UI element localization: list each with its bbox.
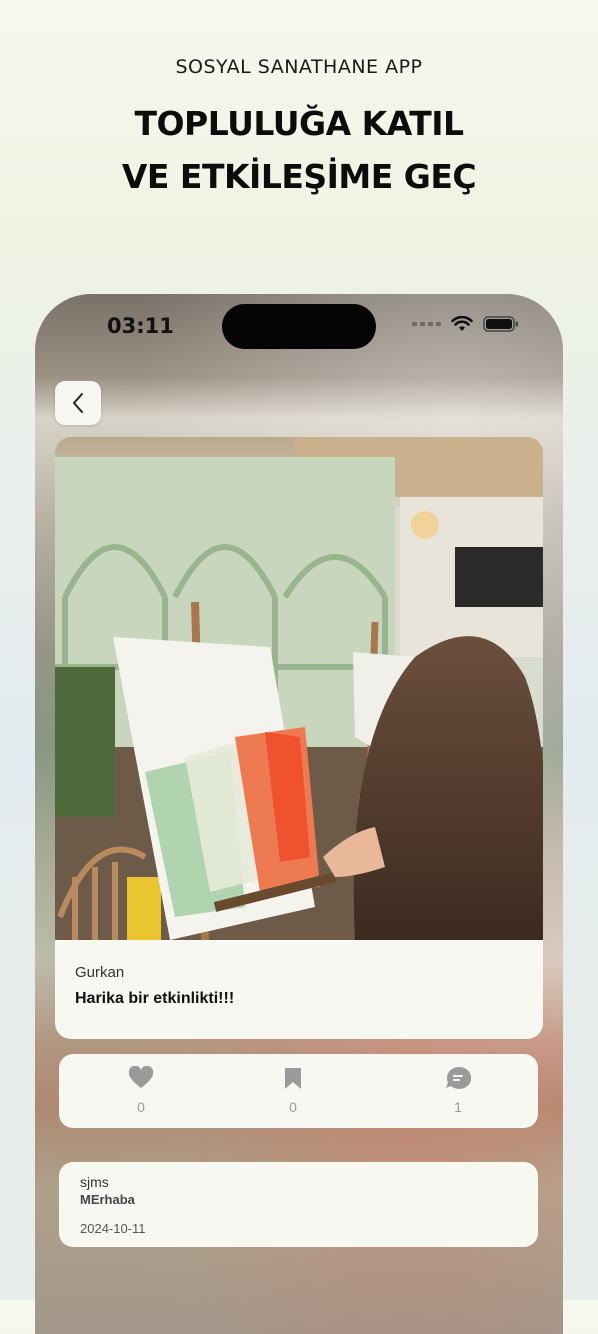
comment-author[interactable]: sjms (80, 1174, 109, 1190)
comment-count: 1 (454, 1099, 462, 1115)
post-caption: Harika bir etkinlikti!!! (75, 990, 235, 1007)
post-author[interactable]: Gurkan (75, 964, 124, 981)
back-button[interactable] (55, 381, 101, 425)
dynamic-island (222, 304, 376, 349)
like-button[interactable]: 0 (121, 1065, 161, 1115)
phone-frame: 03:11 Gurkan Harika bir etkinlikti!!! 0 … (35, 294, 563, 1334)
promo-title-line-2: VE ETKİLEŞİME GEÇ (121, 157, 477, 196)
signal-icon (412, 322, 441, 326)
battery-icon (483, 316, 518, 332)
like-count: 0 (137, 1099, 145, 1115)
comment-text: MErhaba (80, 1192, 135, 1207)
status-time: 03:11 (107, 314, 174, 338)
comment-date: 2024-10-11 (80, 1221, 146, 1236)
bookmark-button[interactable]: 0 (273, 1066, 313, 1115)
status-icons (412, 316, 519, 332)
wifi-icon (451, 316, 473, 331)
heart-icon (128, 1065, 154, 1088)
post-card: Gurkan Harika bir etkinlikti!!! (55, 437, 543, 1039)
comment-item: sjms MErhaba 2024-10-11 (59, 1162, 538, 1247)
post-actions-bar: 0 0 1 (59, 1054, 538, 1128)
post-photo[interactable] (55, 437, 543, 940)
chevron-left-icon (73, 393, 83, 413)
bookmark-count: 0 (289, 1099, 297, 1115)
comment-icon (446, 1066, 472, 1089)
promo-title-line-1: TOPLULUĞA KATIL (134, 104, 464, 143)
promo-subtitle: SOSYAL SANATHANE APP (175, 56, 423, 78)
comment-button[interactable]: 1 (438, 1066, 478, 1115)
bookmark-icon (285, 1068, 301, 1089)
